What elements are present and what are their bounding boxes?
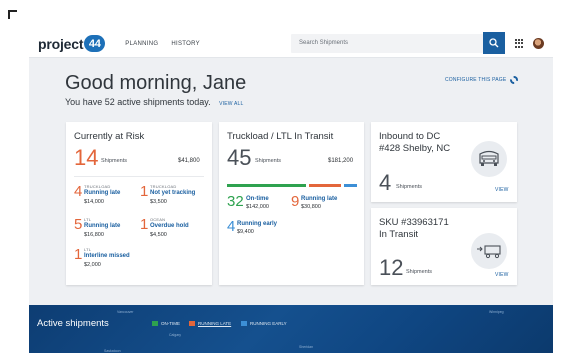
in-transit-count: 45 — [227, 145, 252, 170]
transit-value: $142,000 — [246, 204, 269, 210]
legend-label: RUNNING LATE — [198, 321, 232, 326]
risk-value: $16,800 — [84, 232, 104, 238]
risk-mode: LTL — [84, 217, 92, 222]
transit-status: Running late — [301, 196, 338, 202]
risk-count: 5 — [74, 216, 83, 233]
view-all-link[interactable]: VIEW ALL — [219, 101, 243, 107]
risk-status: Interline missed — [84, 253, 130, 259]
at-risk-count: 14 — [74, 145, 99, 170]
gear-icon — [510, 76, 519, 84]
app-window: project 44 PLANNING HISTORY Search Shipm… — [29, 30, 553, 353]
search-input[interactable]: Search Shipments — [291, 34, 483, 53]
inbound-title-line1: Inbound to DC — [379, 131, 441, 142]
at-risk-amount: $41,800 — [178, 158, 200, 164]
transit-count: 4 — [227, 218, 236, 235]
logo[interactable]: project 44 — [38, 35, 106, 52]
in-transit-card[interactable]: Truckload / LTL In Transit 45 Shipments … — [219, 122, 364, 285]
transit-count: 9 — [291, 193, 300, 210]
logo-badge: 44 — [84, 35, 106, 52]
greeting-subtitle-text: You have 52 active shipments today. — [65, 97, 211, 107]
transit-value: $30,800 — [301, 204, 321, 210]
risk-value: $2,000 — [84, 262, 101, 268]
greeting-title: Good morning, Jane — [65, 72, 247, 94]
configure-label: CONFIGURE THIS PAGE — [445, 77, 507, 83]
risk-status: Running late — [84, 190, 121, 196]
transit-status: Running early — [237, 221, 278, 227]
count-label: Shipments — [406, 269, 432, 275]
on-time-bar — [227, 184, 306, 187]
legend-swatch — [152, 321, 158, 326]
early-bar — [344, 184, 357, 187]
risk-status: Not yet tracking — [150, 190, 196, 196]
configure-page-link[interactable]: CONFIGURE THIS PAGE — [445, 76, 519, 84]
legend-label: RUNNING EARLY — [250, 321, 287, 326]
risk-mode: TRUCKLOAD — [150, 184, 177, 189]
risk-count: 1 — [74, 246, 83, 263]
sku-view-link[interactable]: VIEW — [495, 272, 509, 278]
screen-corner-mark — [8, 10, 17, 19]
search-button[interactable] — [483, 32, 505, 54]
logo-text: project — [38, 35, 84, 52]
active-shipments-map[interactable]: Active shipments ON-TIME RUNNING LATE RU… — [29, 305, 553, 353]
count-label: Shipments — [396, 184, 422, 190]
divider — [74, 176, 204, 177]
risk-value: $4,500 — [150, 232, 167, 238]
legend-on-time: ON-TIME — [152, 321, 180, 326]
nav-history[interactable]: HISTORY — [171, 41, 200, 47]
risk-mode: LTL — [84, 247, 92, 252]
sku-card[interactable]: SKU #33963171 In Transit 12 Shipments VI… — [371, 208, 517, 285]
inbound-count: 4 — [379, 170, 392, 195]
risk-status: Overdue hold — [150, 223, 189, 229]
user-avatar[interactable] — [533, 38, 544, 49]
in-transit-amount: $181,200 — [328, 158, 354, 164]
sku-count: 12 — [379, 255, 404, 280]
truck-front-icon — [471, 141, 507, 177]
map-label: Saskatoon — [104, 349, 121, 353]
risk-mode: TRUCKLOAD — [84, 184, 111, 189]
late-bar — [309, 184, 341, 187]
risk-count: 1 — [140, 183, 149, 200]
risk-count: 4 — [74, 183, 83, 200]
search-icon — [489, 38, 499, 48]
transit-status: On-time — [246, 196, 269, 202]
truck-side-icon — [471, 233, 507, 269]
risk-value: $14,000 — [84, 199, 104, 205]
transit-count: 32 — [227, 193, 244, 210]
map-label: Calgary — [169, 333, 182, 337]
card-title: Truckload / LTL In Transit — [227, 131, 334, 142]
main-nav: PLANNING HISTORY — [125, 41, 200, 47]
inbound-card[interactable]: Inbound to DC #428 Shelby, NC 4 Shipment… — [371, 122, 517, 202]
sku-title-line1: SKU #33963171 — [379, 217, 449, 228]
greeting-subtitle: You have 52 active shipments today. VIEW… — [65, 97, 244, 107]
legend-running-early: RUNNING EARLY — [241, 321, 287, 326]
count-label: Shipments — [255, 158, 281, 164]
inbound-view-link[interactable]: VIEW — [495, 187, 509, 193]
risk-status: Running late — [84, 223, 121, 229]
apps-grid-icon[interactable] — [515, 39, 524, 48]
legend-swatch — [189, 321, 195, 326]
legend-swatch — [241, 321, 247, 326]
sku-title-line2: In Transit — [379, 229, 419, 240]
card-title: Currently at Risk — [74, 131, 145, 142]
transit-value: $9,400 — [237, 229, 254, 235]
map-label: Vancouver — [117, 310, 134, 314]
legend-label: ON-TIME — [161, 321, 180, 326]
inbound-title-line2: #428 Shelby, NC — [379, 143, 451, 154]
risk-mode: OCEAN — [150, 217, 166, 222]
top-bar: project 44 PLANNING HISTORY Search Shipm… — [29, 30, 553, 58]
risk-value: $3,500 — [150, 199, 167, 205]
nav-planning[interactable]: PLANNING — [125, 41, 158, 47]
map-label: Winnipeg — [489, 310, 504, 314]
at-risk-card[interactable]: Currently at Risk 14 Shipments $41,800 4… — [66, 122, 212, 285]
legend-running-late: RUNNING LATE — [189, 321, 231, 326]
active-shipments-title: Active shipments — [37, 318, 109, 329]
count-label: Shipments — [101, 158, 127, 164]
risk-count: 1 — [140, 216, 149, 233]
map-label: Sheridan — [299, 345, 314, 349]
